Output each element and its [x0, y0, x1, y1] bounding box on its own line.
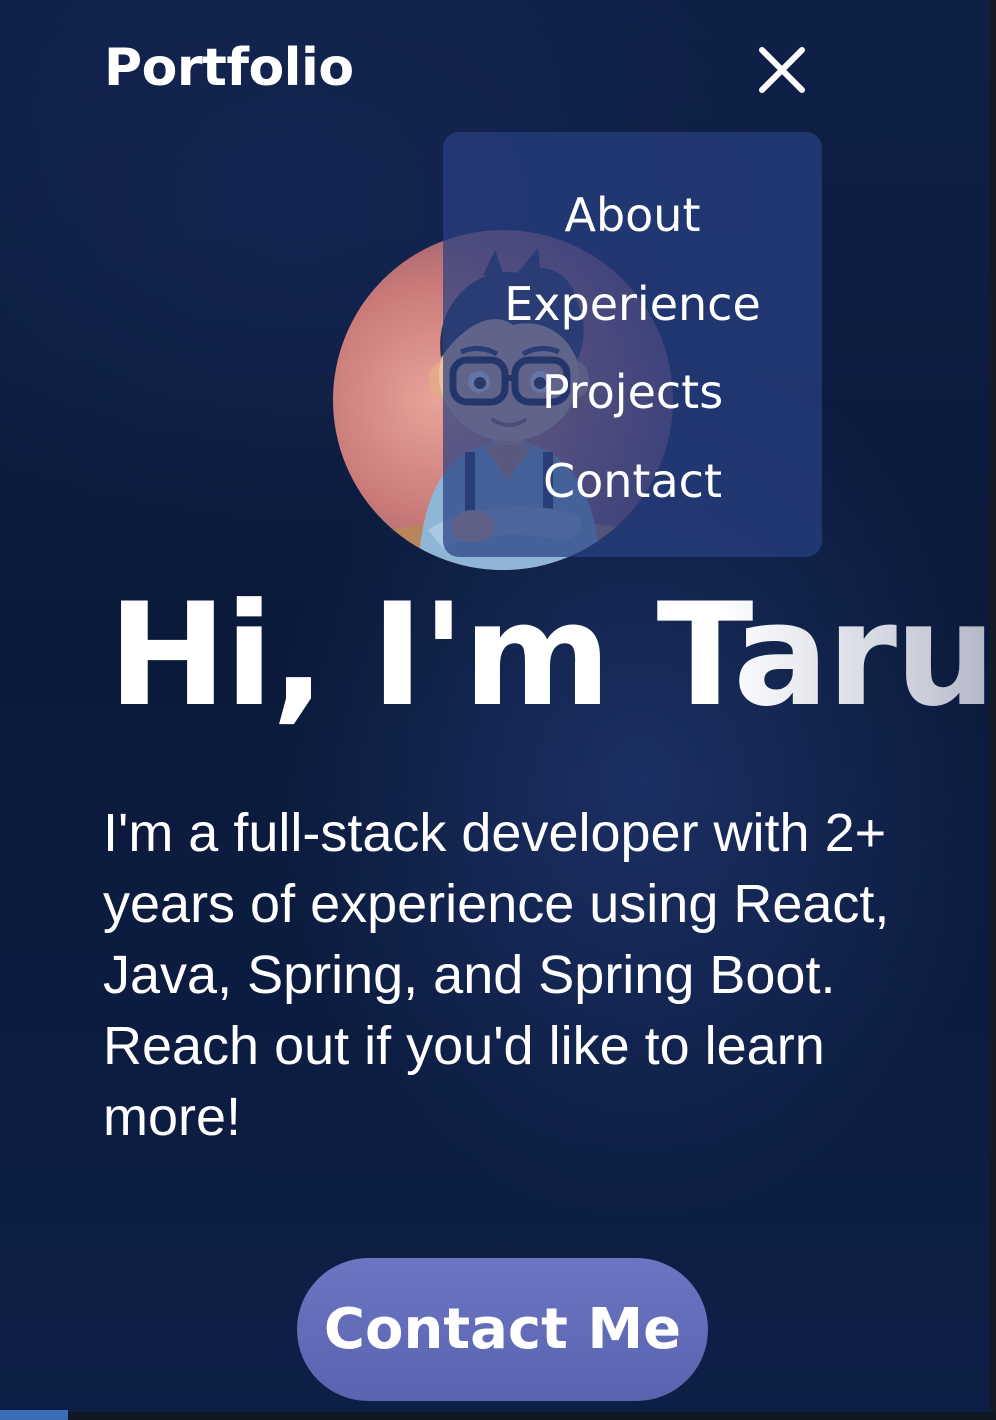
close-icon [759, 47, 805, 93]
app-root: Portfolio About Experience Projects Cont… [0, 0, 996, 1420]
menu-item-about[interactable]: About [443, 188, 822, 242]
close-menu-button[interactable] [750, 40, 812, 102]
menu-item-experience[interactable]: Experience [443, 277, 822, 331]
site-logo[interactable]: Portfolio [104, 38, 354, 98]
contact-me-button[interactable]: Contact Me [297, 1258, 708, 1401]
bottom-edge [68, 1412, 996, 1420]
nav-menu: About Experience Projects Contact [443, 132, 822, 557]
menu-item-projects[interactable]: Projects [443, 365, 822, 419]
taskbar-corner [0, 1410, 68, 1420]
menu-item-contact[interactable]: Contact [443, 454, 822, 508]
hero-description: I'm a full-stack developer with 2+ years… [103, 803, 890, 1147]
hero-title: Hi, I'm Tarun [108, 577, 996, 734]
window-edge [990, 0, 996, 1420]
